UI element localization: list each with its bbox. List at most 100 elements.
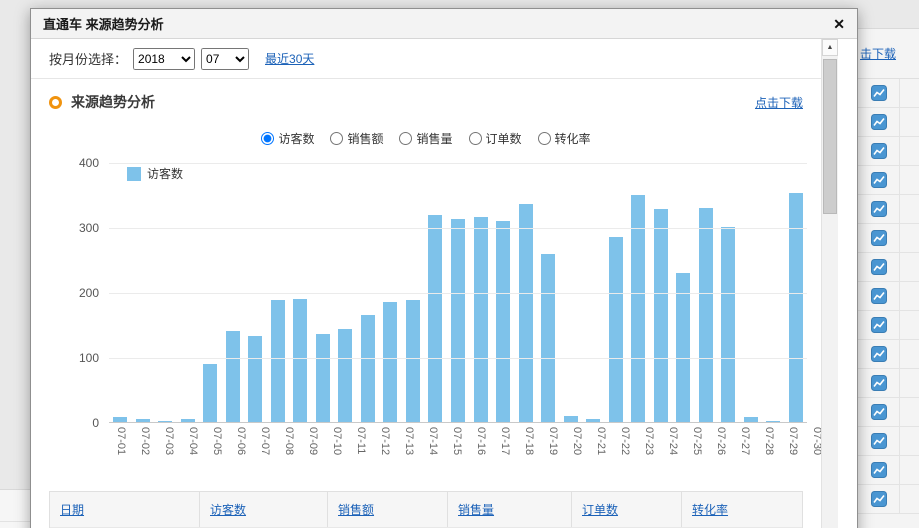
x-tick-label: 07-27 [739, 427, 751, 455]
x-tick-label: 07-12 [379, 427, 391, 455]
column-sort-link[interactable]: 销售量 [458, 503, 494, 517]
bar-07-28[interactable] [721, 227, 735, 422]
year-select[interactable]: 2018 [133, 48, 195, 70]
bar-07-14[interactable] [406, 300, 420, 422]
bar-slot [222, 331, 245, 422]
metric-radio-4[interactable]: 转化率 [538, 130, 591, 147]
bar-07-06[interactable] [226, 331, 240, 422]
bg-table-row [858, 224, 919, 253]
column-sort-link[interactable]: 访客数 [210, 503, 246, 517]
chart-icon-button[interactable] [858, 166, 900, 194]
chart-icon-button[interactable] [858, 369, 900, 397]
bar-07-10[interactable] [316, 334, 330, 422]
bar-07-29[interactable] [744, 417, 758, 422]
metric-radio-0[interactable]: 访客数 [261, 130, 314, 147]
bg-table-row [858, 166, 919, 195]
chart-icon-button[interactable] [858, 311, 900, 339]
metric-radio-2[interactable]: 销售量 [399, 130, 452, 147]
month-select[interactable]: 07 [201, 48, 249, 70]
radio-input[interactable] [261, 132, 274, 145]
bar-07-02[interactable] [136, 419, 150, 422]
bar-07-09[interactable] [293, 299, 307, 423]
x-tick-label: 07-25 [691, 427, 703, 455]
gridline [109, 228, 807, 229]
bar-slot [514, 204, 537, 422]
radio-input[interactable] [469, 132, 482, 145]
column-sort-link[interactable]: 销售额 [338, 503, 374, 517]
bar-07-26[interactable] [676, 273, 690, 423]
chart-icon-button[interactable] [858, 340, 900, 368]
bar-07-05[interactable] [203, 364, 217, 423]
x-tick: 07-12 [373, 427, 397, 455]
column-sort-link[interactable]: 日期 [60, 503, 84, 517]
bar-07-08[interactable] [271, 300, 285, 422]
bar-07-01[interactable] [113, 417, 127, 422]
bar-07-12[interactable] [361, 315, 375, 422]
x-tick-label: 07-03 [163, 427, 175, 455]
bar-slot [312, 334, 335, 422]
recent-30-days-link[interactable]: 最近30天 [265, 50, 314, 67]
radio-input[interactable] [399, 132, 412, 145]
bar-slot [132, 419, 155, 422]
bar-07-11[interactable] [338, 329, 352, 422]
chart-icon-button[interactable] [858, 253, 900, 281]
bar-07-25[interactable] [654, 209, 668, 422]
bar-07-15[interactable] [428, 215, 442, 422]
chart-legend: 访客数 [127, 165, 183, 182]
chart-icon-button[interactable] [858, 137, 900, 165]
dialog-scrollbar[interactable]: ▲ [821, 39, 838, 528]
bar-07-17[interactable] [474, 217, 488, 422]
x-tick-label: 07-29 [787, 427, 799, 455]
bar-slot [289, 299, 312, 423]
gridline [109, 293, 807, 294]
bg-table-row [858, 398, 919, 427]
bar-07-16[interactable] [451, 219, 465, 422]
chart-icon-button[interactable] [858, 224, 900, 252]
chart-icon-button[interactable] [858, 456, 900, 484]
x-tick: 07-24 [661, 427, 685, 455]
bar-07-30[interactable] [766, 421, 780, 422]
column-sort-link[interactable]: 转化率 [692, 503, 728, 517]
bar-07-04[interactable] [181, 419, 195, 422]
chart-icon-button[interactable] [858, 485, 900, 513]
trend-chart-icon [871, 201, 887, 217]
bar-slot [154, 421, 177, 422]
chart-icon-button[interactable] [858, 195, 900, 223]
scrollbar-thumb[interactable] [823, 59, 837, 214]
x-tick-label: 07-15 [451, 427, 463, 455]
scroll-up-arrow-icon[interactable]: ▲ [822, 39, 838, 56]
trend-chart-icon [871, 172, 887, 188]
bar-07-13[interactable] [383, 302, 397, 422]
column-sort-link[interactable]: 订单数 [582, 503, 618, 517]
bar-07-23[interactable] [609, 237, 623, 422]
download-link[interactable]: 点击下载 [755, 94, 803, 111]
legend-label: 访客数 [147, 165, 183, 182]
bar-07-07[interactable] [248, 336, 262, 422]
chart-icon-button[interactable] [858, 398, 900, 426]
radio-label: 转化率 [555, 130, 591, 147]
metric-radio-1[interactable]: 销售额 [330, 130, 383, 147]
close-icon[interactable]: ✕ [833, 17, 845, 31]
x-tick: 07-20 [565, 427, 589, 455]
chart-icon-button[interactable] [858, 282, 900, 310]
bar-07-03[interactable] [158, 421, 172, 422]
bg-table-row [858, 485, 919, 514]
bar-07-21[interactable] [564, 416, 578, 423]
bar-07-22[interactable] [586, 419, 600, 422]
x-tick-label: 07-02 [139, 427, 151, 455]
bar-07-27[interactable] [699, 208, 713, 423]
chart-icon-button[interactable] [858, 108, 900, 136]
radio-input[interactable] [330, 132, 343, 145]
bar-07-19[interactable] [519, 204, 533, 422]
background-download-link[interactable]: 击下载 [860, 45, 896, 62]
bar-07-18[interactable] [496, 221, 510, 423]
x-tick: 07-23 [637, 427, 661, 455]
radio-input[interactable] [538, 132, 551, 145]
x-tick-label: 07-19 [547, 427, 559, 455]
chart-icon-button[interactable] [858, 427, 900, 455]
bar-slot [267, 300, 290, 422]
metric-radio-3[interactable]: 订单数 [469, 130, 522, 147]
trend-chart-icon [871, 491, 887, 507]
bar-07-20[interactable] [541, 254, 555, 422]
chart-icon-button[interactable] [858, 79, 900, 107]
